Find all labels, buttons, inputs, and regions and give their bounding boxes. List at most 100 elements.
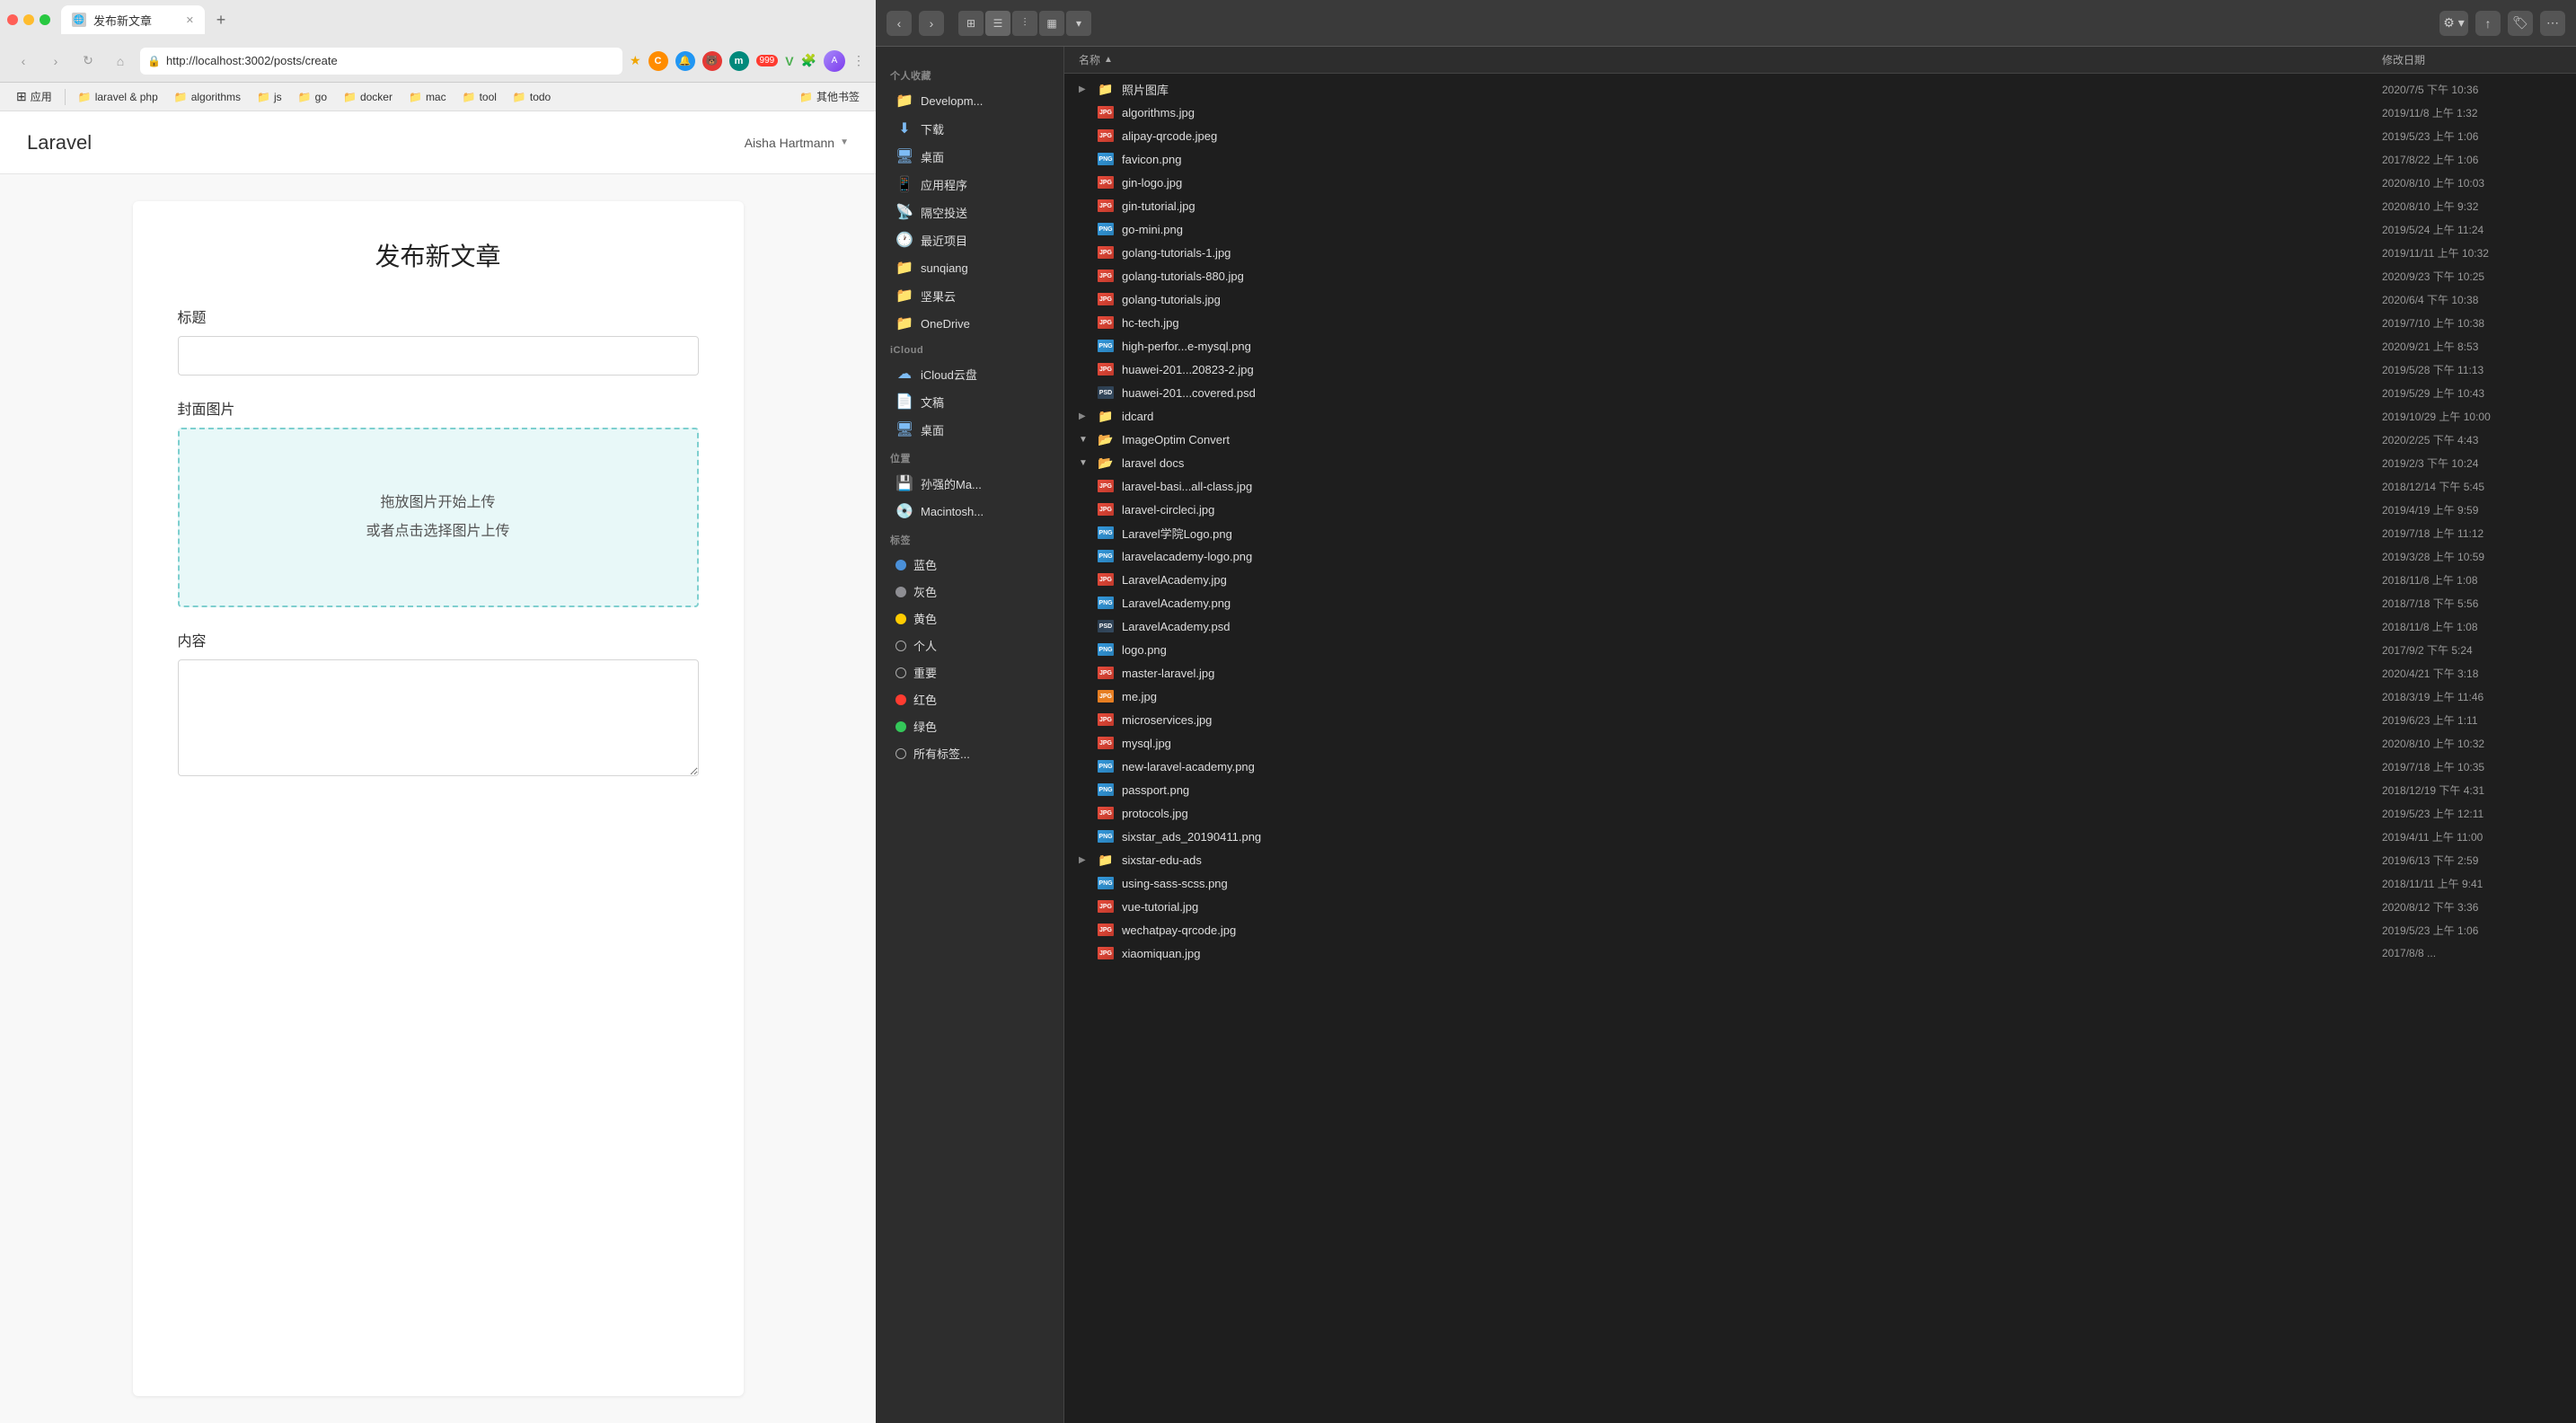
column-view-button[interactable]: ⫶ [1012, 11, 1037, 36]
browser-more-button[interactable]: ⋮ [852, 53, 865, 68]
bookmark-tool[interactable]: 📁 tool [455, 89, 504, 105]
file-row[interactable]: PNG sixstar_ads_20190411.png 2019/4/11 上… [1064, 825, 2576, 848]
file-row[interactable]: PNG high-perfor...e-mysql.png 2020/9/21 … [1064, 334, 2576, 358]
file-row[interactable]: JPG golang-tutorials.jpg 2020/6/4 下午 10:… [1064, 287, 2576, 311]
bookmark-algorithms[interactable]: 📁 algorithms.jpg algorithms [167, 89, 248, 105]
file-row[interactable]: JPG wechatpay-qrcode.jpg 2019/5/23 上午 1:… [1064, 918, 2576, 941]
sidebar-item-mac-drive[interactable]: 💾 孙强的Ma... [881, 470, 1058, 497]
ext-bear-icon[interactable]: 🐻 [702, 51, 722, 71]
sidebar-item-sunqiang[interactable]: 📁 sunqiang [881, 254, 1058, 281]
bookmark-mac[interactable]: 📁 mac [401, 89, 454, 105]
file-row[interactable]: PNG using-sass-scss.png 2018/11/11 上午 9:… [1064, 871, 2576, 895]
reload-button[interactable]: ↻ [75, 49, 101, 74]
finder-share-button[interactable]: ↑ [2475, 11, 2501, 36]
finder-back-button[interactable]: ‹ [887, 11, 912, 36]
file-row[interactable]: JPG huawei-201...20823-2.jpg 2019/5/28 下… [1064, 358, 2576, 381]
sidebar-item-icloud-desktop[interactable]: 🖥 桌面 [881, 416, 1058, 443]
apps-bookmark[interactable]: ⊞ 应用 [9, 87, 59, 106]
ext-vue-icon[interactable]: V [785, 54, 793, 68]
other-bookmarks[interactable]: 📁 其他书签 [792, 87, 867, 106]
user-menu[interactable]: Aisha Hartmann ▼ [745, 136, 849, 150]
file-row[interactable]: ▼ 📂 laravel docs 2019/2/3 下午 10:24 [1064, 451, 2576, 474]
sidebar-item-tag-personal[interactable]: 个人 [881, 632, 1058, 658]
file-row[interactable]: JPG master-laravel.jpg 2020/4/21 下午 3:18 [1064, 661, 2576, 685]
file-row[interactable]: JPG xiaomiquan.jpg 2017/8/8 ... [1064, 941, 2576, 965]
file-row[interactable]: PNG Laravel学院Logo.png 2019/7/18 上午 11:12 [1064, 521, 2576, 544]
file-row[interactable]: JPG laravel-circleci.jpg 2019/4/19 上午 9:… [1064, 498, 2576, 521]
file-row[interactable]: JPG LaravelAcademy.jpg 2018/11/8 上午 1:08 [1064, 568, 2576, 591]
file-row[interactable]: PNG new-laravel-academy.png 2019/7/18 上午… [1064, 755, 2576, 778]
sidebar-item-recent[interactable]: 🕐 最近项目 [881, 226, 1058, 253]
sidebar-item-icloud-drive[interactable]: ☁ iCloud云盘 [881, 360, 1058, 387]
finder-more-button[interactable]: ⋯ [2540, 11, 2565, 36]
ext-badge[interactable]: 999 [756, 55, 779, 66]
file-row[interactable]: ▶ 📁 idcard 2019/10/29 上午 10:00 [1064, 404, 2576, 428]
sidebar-item-tag-important[interactable]: 重要 [881, 659, 1058, 685]
name-column-header[interactable]: 名称 ▲ [1079, 52, 2382, 67]
sidebar-item-developm[interactable]: 📁 Developm... [881, 87, 1058, 114]
file-row[interactable]: JPG algorithms.jpg 2019/11/8 上午 1:32 [1064, 101, 2576, 124]
list-view-button[interactable]: ☰ [985, 11, 1010, 36]
bookmark-laravel-php[interactable]: 📁 laravel & php [71, 89, 165, 105]
bookmark-star-icon[interactable]: ★ [630, 53, 641, 68]
file-row[interactable]: JPG microservices.jpg 2019/6/23 上午 1:11 [1064, 708, 2576, 731]
sidebar-item-apps[interactable]: 📱 应用程序 [881, 171, 1058, 198]
sidebar-item-tag-yellow[interactable]: 黄色 [881, 605, 1058, 632]
sidebar-item-download[interactable]: ⬇ 下载 [881, 115, 1058, 142]
back-button[interactable]: ‹ [11, 49, 36, 74]
file-row[interactable]: PNG passport.png 2018/12/19 下午 4:31 [1064, 778, 2576, 801]
file-row[interactable]: JPG mysql.jpg 2020/8/10 上午 10:32 [1064, 731, 2576, 755]
home-button[interactable]: ⌂ [108, 49, 133, 74]
content-textarea[interactable] [178, 659, 699, 776]
file-row[interactable]: ▼ 📂 ImageOptim Convert 2020/2/25 下午 4:43 [1064, 428, 2576, 451]
sidebar-item-tag-gray[interactable]: 灰色 [881, 579, 1058, 605]
file-row[interactable]: PSD LaravelAcademy.psd 2018/11/8 上午 1:08 [1064, 614, 2576, 638]
forward-button[interactable]: › [43, 49, 68, 74]
bookmark-docker[interactable]: 📁 docker [336, 89, 400, 105]
sidebar-item-tag-red[interactable]: 红色 [881, 686, 1058, 712]
file-row[interactable]: JPG protocols.jpg 2019/5/23 上午 12:11 [1064, 801, 2576, 825]
sidebar-item-all-tags[interactable]: 所有标签... [881, 740, 1058, 766]
user-avatar-icon[interactable]: A [824, 50, 845, 72]
bookmark-js[interactable]: 📁 js [250, 89, 289, 105]
sidebar-item-onedrive[interactable]: 📁 OneDrive [881, 310, 1058, 337]
sidebar-item-tag-green[interactable]: 绿色 [881, 713, 1058, 739]
file-row[interactable]: PSD huawei-201...covered.psd 2019/5/29 上… [1064, 381, 2576, 404]
url-bar[interactable]: 🔒 http://localhost:3002/posts/create [140, 48, 622, 75]
file-row[interactable]: JPG vue-tutorial.jpg 2020/8/12 下午 3:36 [1064, 895, 2576, 918]
finder-action-button[interactable]: ⚙ ▾ [2439, 11, 2468, 36]
sidebar-item-airdrop[interactable]: 📡 隔空投送 [881, 199, 1058, 225]
file-row[interactable]: JPG golang-tutorials-880.jpg 2020/9/23 下… [1064, 264, 2576, 287]
minimize-window-dot[interactable] [23, 14, 34, 25]
sidebar-item-macintosh[interactable]: 💿 Macintosh... [881, 498, 1058, 525]
file-row[interactable]: PNG laravelacademy-logo.png 2019/3/28 上午… [1064, 544, 2576, 568]
file-row[interactable]: PNG LaravelAcademy.png 2018/7/18 下午 5:56 [1064, 591, 2576, 614]
view-options-button[interactable]: ▾ [1066, 11, 1091, 36]
ext-cookie-icon[interactable]: C [648, 51, 668, 71]
file-row[interactable]: JPG gin-tutorial.jpg 2020/8/10 上午 9:32 [1064, 194, 2576, 217]
close-window-dot[interactable] [7, 14, 18, 25]
file-row[interactable]: PNG go-mini.png 2019/5/24 上午 11:24 [1064, 217, 2576, 241]
gallery-view-button[interactable]: ▦ [1039, 11, 1064, 36]
file-row[interactable]: JPG me.jpg 2018/3/19 上午 11:46 [1064, 685, 2576, 708]
ext-extensions-icon[interactable]: 🧩 [801, 53, 816, 68]
active-tab[interactable]: 🌐 发布新文章 ✕ [61, 5, 205, 34]
icon-view-button[interactable]: ⊞ [958, 11, 984, 36]
bookmark-todo[interactable]: 📁 todo [506, 89, 558, 105]
sidebar-item-documents[interactable]: 📄 文稿 [881, 388, 1058, 415]
file-row[interactable]: JPG gin-logo.jpg 2020/8/10 上午 10:03 [1064, 171, 2576, 194]
file-row[interactable]: JPG hc-tech.jpg 2019/7/10 上午 10:38 [1064, 311, 2576, 334]
file-row[interactable]: ▶ 📁 照片图库 2020/7/5 下午 10:36 [1064, 77, 2576, 101]
upload-area[interactable]: 拖放图片开始上传 或者点击选择图片上传 [178, 428, 699, 607]
sidebar-item-tag-blue[interactable]: 蓝色 [881, 552, 1058, 578]
title-input[interactable] [178, 336, 699, 376]
file-row[interactable]: JPG laravel-basi...all-class.jpg 2018/12… [1064, 474, 2576, 498]
sidebar-item-desktop[interactable]: 🖥 桌面 [881, 143, 1058, 170]
bookmark-go[interactable]: 📁 go [291, 89, 334, 105]
ext-meta-icon[interactable]: m [729, 51, 749, 71]
new-tab-button[interactable]: + [208, 7, 234, 32]
file-row[interactable]: PNG logo.png 2017/9/2 下午 5:24 [1064, 638, 2576, 661]
file-row[interactable]: PNG favicon.png 2017/8/22 上午 1:06 [1064, 147, 2576, 171]
finder-forward-button[interactable]: › [919, 11, 944, 36]
date-column-header[interactable]: 修改日期 [2382, 52, 2562, 67]
